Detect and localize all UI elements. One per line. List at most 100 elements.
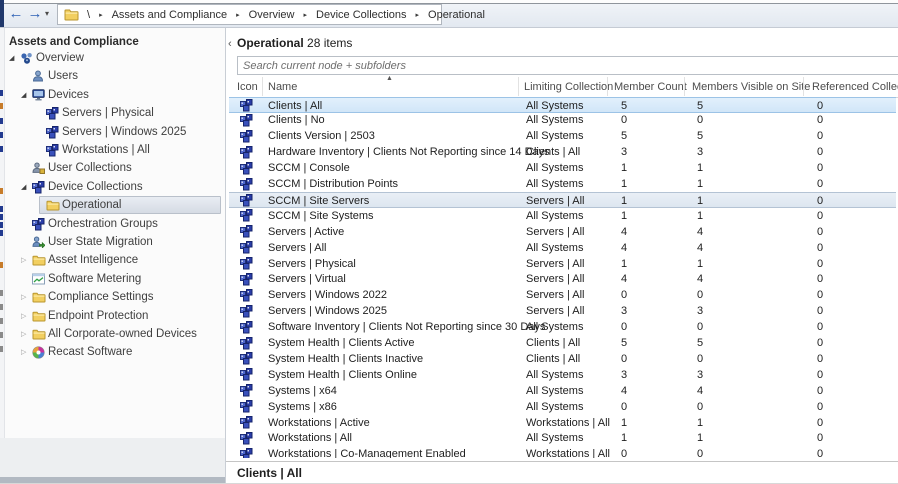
column-divider[interactable]: [684, 77, 685, 96]
sidebar-item-compliance-settings[interactable]: ▷Compliance Settings: [5, 289, 225, 307]
row-members-visible: 3: [697, 146, 703, 158]
sidebar-item-servers-windows-2025[interactable]: Servers | Windows 2025: [5, 124, 225, 142]
row-limiting-collection: Servers | All: [526, 226, 585, 238]
table-row-clients-no[interactable]: Clients | NoAll Systems000: [229, 113, 896, 129]
column-divider[interactable]: [262, 77, 263, 96]
row-member-count: 0: [621, 321, 627, 333]
table-row-sccm-site-systems[interactable]: SCCM | Site SystemsAll Systems110: [229, 208, 896, 224]
table-row-system-health-clients-online[interactable]: System Health | Clients OnlineAll System…: [229, 367, 896, 383]
row-member-count: 0: [621, 114, 627, 126]
column-header-limiting-collection[interactable]: Limiting Collection: [524, 81, 613, 93]
table-row-hardware-inventory-clients-not-reporting-since-14-days[interactable]: Hardware Inventory | Clients Not Reporti…: [229, 145, 896, 161]
table-row-system-health-clients-inactive[interactable]: System Health | Clients InactiveClients …: [229, 351, 896, 367]
sidebar-item-user-state-migration[interactable]: User State Migration: [5, 234, 225, 252]
row-member-count: 4: [621, 242, 627, 254]
search-input[interactable]: [237, 56, 898, 75]
table-row-systems-x86[interactable]: Systems | x86All Systems000: [229, 399, 896, 415]
tree-collapsed-icon[interactable]: ▷: [21, 293, 26, 301]
row-member-count: 3: [621, 369, 627, 381]
clipped-icon-fragment: [0, 222, 3, 228]
sidebar-item-recast-software[interactable]: ▷Recast Software: [5, 344, 225, 362]
sidebar-item-endpoint-protection[interactable]: ▷Endpoint Protection: [5, 308, 225, 326]
collection-icon: [240, 257, 253, 270]
breadcrumb-segment-device-collections[interactable]: Device Collections: [316, 9, 406, 21]
tree-collapsed-icon[interactable]: ▷: [21, 348, 26, 356]
table-row-servers-all[interactable]: Servers | AllAll Systems440: [229, 240, 896, 256]
sidebar-item-overview[interactable]: ◢Overview: [5, 50, 225, 68]
tree-collapsed-icon[interactable]: ▷: [21, 312, 26, 320]
table-row-servers-windows-2025[interactable]: Servers | Windows 2025Servers | All330: [229, 304, 896, 320]
column-header-icon[interactable]: Icon: [237, 81, 258, 93]
column-header-members-visible-on-site[interactable]: Members Visible on Site: [692, 81, 810, 93]
row-name: Clients | No: [268, 114, 325, 126]
clipped-icon-fragment: [0, 230, 3, 236]
table-row-servers-windows-2022[interactable]: Servers | Windows 2022Servers | All000: [229, 288, 896, 304]
table-row-sccm-distribution-points[interactable]: SCCM | Distribution PointsAll Systems110: [229, 177, 896, 193]
sidebar-item-servers-physical[interactable]: Servers | Physical: [5, 105, 225, 123]
sidebar-item-label: Servers | Physical: [62, 107, 154, 119]
breadcrumb-segment-overview[interactable]: Overview: [249, 9, 295, 21]
sidebar-item-software-metering[interactable]: Software Metering: [5, 271, 225, 289]
breadcrumb-segment-assets-and-compliance[interactable]: Assets and Compliance: [112, 9, 228, 21]
history-dropdown-icon[interactable]: ▾: [45, 9, 49, 18]
table-row-sccm-console[interactable]: SCCM | ConsoleAll Systems110: [229, 161, 896, 177]
row-name: Workstations | Active: [268, 417, 370, 429]
column-divider[interactable]: [607, 77, 608, 96]
table-row-software-inventory-clients-not-reporting-since-30-days[interactable]: Software Inventory | Clients Not Reporti…: [229, 320, 896, 336]
table-row-workstations-co-management-enabled[interactable]: Workstations | Co-Management EnabledWork…: [229, 447, 896, 458]
sidebar-item-users[interactable]: Users: [5, 68, 225, 86]
table-row-clients-version-2503[interactable]: Clients Version | 2503All Systems550: [229, 129, 896, 145]
sidebar-item-device-collections[interactable]: ◢Device Collections: [5, 179, 225, 197]
row-referenced-collection: 0: [817, 258, 823, 270]
row-name: Systems | x64: [268, 385, 337, 397]
table-row-workstations-active[interactable]: Workstations | ActiveWorkstations | All1…: [229, 415, 896, 431]
table-row-servers-physical[interactable]: Servers | PhysicalServers | All110: [229, 256, 896, 272]
sidebar-item-operational[interactable]: Operational: [5, 197, 225, 215]
devices-icon: [32, 89, 46, 102]
table-row-system-health-clients-active[interactable]: System Health | Clients ActiveClients | …: [229, 336, 896, 352]
table-row-systems-x64[interactable]: Systems | x64All Systems440: [229, 383, 896, 399]
sidebar-item-user-collections[interactable]: User Collections: [5, 160, 225, 178]
collection-icon: [240, 448, 253, 458]
row-limiting-collection: All Systems: [526, 385, 583, 397]
sidebar-item-asset-intelligence[interactable]: ▷Asset Intelligence: [5, 252, 225, 270]
collection-icon: [240, 289, 253, 302]
node-name: Operational: [237, 36, 304, 50]
back-button[interactable]: ←: [7, 3, 25, 23]
table-row-workstations-all[interactable]: Workstations | AllAll Systems110: [229, 431, 896, 447]
column-header-name[interactable]: Name: [268, 81, 297, 93]
row-member-count: 1: [621, 195, 627, 207]
row-limiting-collection: All Systems: [526, 369, 583, 381]
column-header-member-count[interactable]: Member Count: [614, 81, 687, 93]
table-row-servers-active[interactable]: Servers | ActiveServers | All440: [229, 224, 896, 240]
row-name: Servers | All: [268, 242, 327, 254]
table-row-sccm-site-servers[interactable]: SCCM | Site ServersServers | All110: [229, 192, 896, 208]
collapse-sidebar-icon[interactable]: ‹: [228, 38, 232, 50]
table-row-servers-virtual[interactable]: Servers | VirtualServers | All440: [229, 272, 896, 288]
tree-collapsed-icon[interactable]: ▷: [21, 256, 26, 264]
collection-icon: [240, 416, 253, 429]
row-members-visible: 1: [697, 195, 703, 207]
sidebar-item-workstations-all[interactable]: Workstations | All: [5, 142, 225, 160]
collection-icon: [240, 194, 253, 207]
column-divider[interactable]: [518, 77, 519, 96]
row-name: System Health | Clients Active: [268, 337, 415, 349]
folder-icon: [32, 310, 46, 323]
table-row-clients-all[interactable]: Clients | AllAll Systems550: [229, 97, 896, 113]
sidebar-item-devices[interactable]: ◢Devices: [5, 87, 225, 105]
forward-button[interactable]: →: [26, 3, 44, 23]
collection-icon: [240, 225, 253, 238]
sidebar-item-orchestration-groups[interactable]: Orchestration Groups: [5, 216, 225, 234]
tree-collapsed-icon[interactable]: ▷: [21, 330, 26, 338]
column-divider[interactable]: [803, 77, 804, 96]
tree-expanded-icon[interactable]: ◢: [21, 183, 26, 191]
tree-expanded-icon[interactable]: ◢: [21, 91, 26, 99]
clipped-icon-fragment: [0, 146, 3, 152]
tree-expanded-icon[interactable]: ◢: [9, 54, 14, 62]
sidebar-item-all-corporate-owned-devices[interactable]: ▷All Corporate-owned Devices: [5, 326, 225, 344]
row-referenced-collection: 0: [817, 273, 823, 285]
row-referenced-collection: 0: [817, 353, 823, 365]
collection-icon: [240, 305, 253, 318]
column-header-referenced-collection[interactable]: Referenced Collection: [812, 81, 898, 93]
breadcrumb-segment-operational[interactable]: Operational: [428, 9, 485, 21]
